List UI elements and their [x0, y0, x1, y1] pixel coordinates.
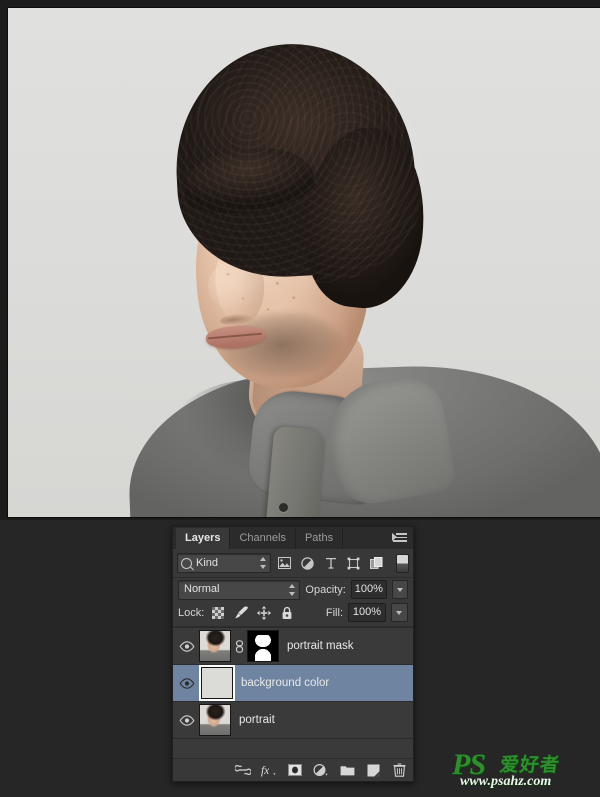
lock-transparent-pixels-icon[interactable] — [209, 605, 227, 621]
layer-visibility-toggle[interactable] — [175, 677, 199, 689]
layer-name: background color — [241, 677, 330, 689]
type-filter-icon[interactable] — [321, 554, 340, 572]
layers-panel-footer: fx — [173, 759, 413, 781]
layer-visibility-toggle[interactable] — [175, 640, 199, 652]
blend-mode-row: Normal Opacity: 100% — [173, 578, 413, 601]
lock-image-pixels-icon[interactable] — [232, 605, 250, 621]
add-layer-mask-icon[interactable] — [287, 762, 303, 778]
layer-list: portrait mask background color portrait — [173, 627, 413, 759]
blend-mode-select[interactable]: Normal — [178, 579, 301, 600]
link-mask-icon[interactable] — [231, 639, 247, 653]
filter-kind-label: Kind — [196, 557, 219, 569]
magnifier-icon — [181, 557, 192, 569]
blend-mode-value: Normal — [184, 582, 220, 595]
layer-name: portrait mask — [287, 640, 354, 652]
layer-filter-row: Kind — [173, 549, 413, 578]
panel-menu-icon[interactable] — [392, 533, 407, 543]
smart-object-filter-icon[interactable] — [367, 554, 386, 572]
new-group-icon[interactable] — [339, 762, 355, 778]
lock-position-icon[interactable] — [255, 605, 273, 621]
opacity-dropdown-icon[interactable] — [391, 580, 408, 599]
image-filter-icon[interactable] — [275, 554, 294, 572]
table-row[interactable]: portrait — [173, 702, 413, 739]
shirt-button — [279, 503, 288, 512]
filter-enable-toggle[interactable] — [396, 553, 409, 573]
lock-row: Lock: Fill: 100% — [173, 601, 413, 627]
lock-label: Lock: — [178, 606, 205, 619]
watermark-brand-cn: 爱好者 — [498, 754, 562, 776]
new-adjustment-layer-icon[interactable] — [313, 762, 329, 778]
watermark-brand: PS — [452, 748, 486, 781]
collar-placket — [265, 425, 327, 517]
panel-tab-strip: Layers Channels Paths — [173, 527, 413, 549]
portrait-photo — [8, 8, 600, 517]
delete-layer-icon[interactable] — [391, 762, 407, 778]
fill-label: Fill: — [325, 606, 343, 619]
link-layers-icon[interactable] — [235, 762, 251, 778]
watermark: PS 爱好者 www.psahz.com — [452, 748, 592, 790]
hair-texture — [169, 37, 431, 291]
layer-mask-thumbnail[interactable] — [247, 630, 279, 662]
document-area — [0, 0, 600, 520]
tab-channels[interactable]: Channels — [230, 528, 296, 549]
tab-layers[interactable]: Layers — [176, 528, 231, 549]
new-layer-icon[interactable] — [365, 762, 381, 778]
table-row[interactable]: portrait mask — [173, 628, 413, 665]
portrait-thumbnail[interactable] — [199, 630, 231, 662]
chevron-updown-icon[interactable] — [260, 557, 267, 569]
blend-chevron-icon[interactable] — [289, 583, 296, 596]
canvas-frame[interactable] — [8, 8, 600, 517]
adjustment-filter-icon[interactable] — [298, 554, 317, 572]
fill-dropdown-icon[interactable] — [391, 603, 408, 622]
filter-kind-select[interactable]: Kind — [177, 553, 271, 573]
layer-name: portrait — [239, 714, 275, 726]
fill-input[interactable]: 100% — [348, 603, 386, 622]
opacity-label: Opacity: — [305, 583, 346, 596]
shape-filter-icon[interactable] — [344, 554, 363, 572]
solid-color-thumbnail[interactable] — [201, 667, 233, 699]
layer-visibility-toggle[interactable] — [175, 714, 199, 726]
watermark-url: www.psahz.com — [460, 774, 552, 789]
tab-paths[interactable]: Paths — [295, 528, 344, 549]
portrait-thumbnail[interactable] — [199, 704, 231, 736]
table-row[interactable]: background color — [173, 665, 413, 702]
layers-panel: Layers Channels Paths Kind Normal Opacit… — [172, 526, 414, 782]
opacity-input[interactable]: 100% — [350, 580, 387, 599]
layer-list-empty-space — [173, 739, 413, 759]
svg-text:fx: fx — [261, 765, 269, 777]
layer-style-fx-icon[interactable]: fx — [261, 762, 277, 778]
lock-all-icon[interactable] — [278, 605, 296, 621]
